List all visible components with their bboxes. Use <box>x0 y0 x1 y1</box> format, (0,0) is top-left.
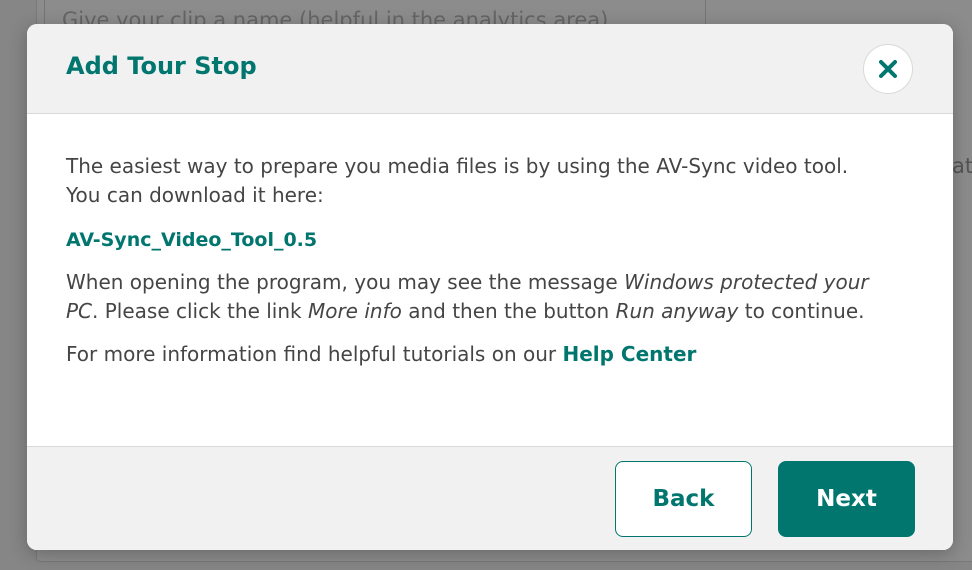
next-button[interactable]: Next <box>778 461 915 537</box>
warning-part4: to continue. <box>738 299 865 323</box>
dialog-header: Add Tour Stop <box>27 24 953 114</box>
warning-text: When opening the program, you may see th… <box>66 268 886 326</box>
warning-part3: and then the button <box>401 299 616 323</box>
download-link[interactable]: AV-Sync_Video_Tool_0.5 <box>66 226 317 255</box>
close-icon <box>879 60 897 78</box>
back-button[interactable]: Back <box>615 461 752 537</box>
add-tour-stop-dialog: Add Tour Stop The easiest way to prepare… <box>27 24 953 550</box>
more-info-text: More info <box>307 299 402 323</box>
dialog-footer: Back Next <box>27 446 953 550</box>
intro-text: The easiest way to prepare you media fil… <box>66 154 849 207</box>
dialog-body: The easiest way to prepare you media fil… <box>66 152 886 369</box>
run-anyway-text: Run anyway <box>615 299 739 323</box>
help-center-link[interactable]: Help Center <box>562 342 696 366</box>
warning-part2: . Please click the link <box>92 299 308 323</box>
close-button[interactable] <box>863 44 913 94</box>
help-text-label: For more information find helpful tutori… <box>66 342 563 366</box>
dialog-title: Add Tour Stop <box>66 52 257 80</box>
help-text: For more information find helpful tutori… <box>66 340 886 369</box>
warning-part1: When opening the program, you may see th… <box>66 270 625 294</box>
